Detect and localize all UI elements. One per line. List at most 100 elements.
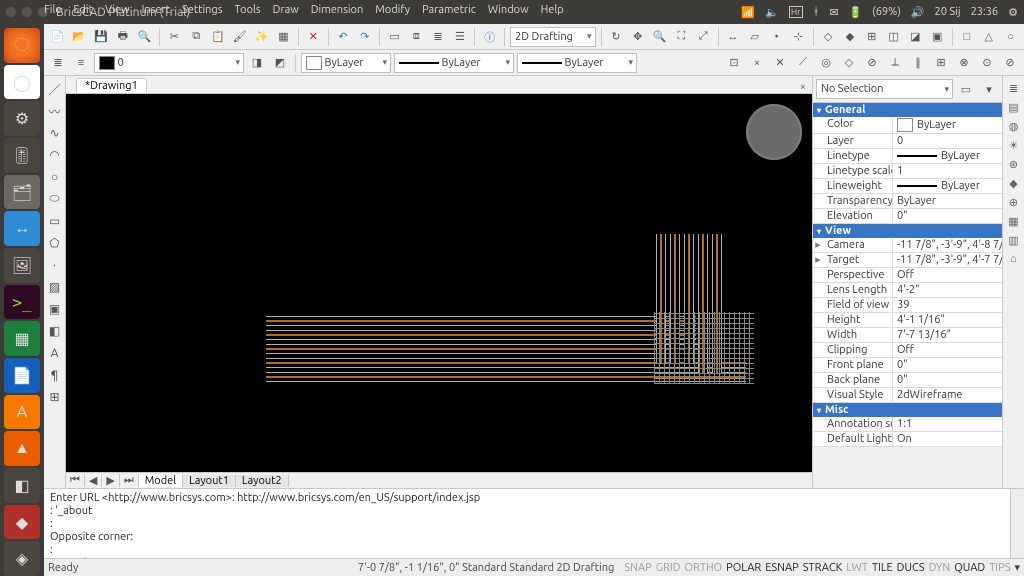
prop-row[interactable]: Elevation0" <box>813 209 1002 224</box>
prop-row[interactable]: TransparencyByLayer <box>813 194 1002 209</box>
layeroff-button[interactable]: ◩ <box>270 53 290 73</box>
section-misc[interactable]: Misc <box>813 403 1002 417</box>
tool-param-icon[interactable]: ▦ <box>1008 215 1018 228</box>
save-button[interactable]: 💾 <box>92 27 111 47</box>
toggle-tips[interactable]: TIPS <box>989 562 1010 574</box>
zoomin-button[interactable]: 🔍 <box>650 27 669 47</box>
launcher-dash[interactable]: ◌ <box>4 28 40 63</box>
menu-view[interactable]: View <box>105 4 130 16</box>
color-combo[interactable]: ByLayer <box>301 53 391 73</box>
toggle-lwt[interactable]: LWT <box>846 562 868 574</box>
prop-row[interactable]: Field of view39 <box>813 298 1002 313</box>
prop-row[interactable]: LinetypeByLayer <box>813 149 1002 164</box>
regen-button[interactable]: ↻ <box>607 27 626 47</box>
prop-row[interactable]: LineweightByLayer <box>813 179 1002 194</box>
launcher-app2[interactable]: ◈ <box>4 541 40 576</box>
osnap1-button[interactable]: ◇ <box>819 27 838 47</box>
menu-settings[interactable]: Settings <box>182 4 223 16</box>
launcher-teamviewer[interactable]: ↔ <box>4 211 40 246</box>
circle-tool[interactable]: ○ <box>46 168 64 186</box>
launcher-writer[interactable]: 📄 <box>4 358 40 393</box>
polygon-tool[interactable]: ⬠ <box>46 234 64 252</box>
snap-qua-icon[interactable]: ◇ <box>839 53 859 73</box>
bluetooth-icon[interactable]: ᚼ <box>813 6 820 18</box>
snap-nod-icon[interactable]: ⊗ <box>954 53 974 73</box>
wifi-icon[interactable]: 📶 <box>741 6 755 19</box>
zoomext-button[interactable]: ⤢ <box>694 27 713 47</box>
prop-row[interactable]: Back plane0" <box>813 373 1002 388</box>
print-button[interactable]: 🖶 <box>113 27 132 47</box>
ellipse-tool[interactable]: ⬭ <box>46 190 64 208</box>
tool1-button[interactable]: ▦ <box>274 27 293 47</box>
toggle-tile[interactable]: TILE <box>872 562 893 574</box>
selection-combo[interactable]: No Selection <box>816 79 953 99</box>
boundary-tool[interactable]: ▣ <box>46 300 64 318</box>
cmd-scrollbar[interactable] <box>1010 489 1024 558</box>
snap-none-icon[interactable]: ⊘ <box>1000 53 1020 73</box>
toggle-polar[interactable]: POLAR <box>726 562 761 574</box>
tool-bim-icon[interactable]: ⌂ <box>1010 253 1017 265</box>
tool-solid-icon[interactable]: ◍ <box>1009 120 1019 133</box>
lineweight-combo[interactable]: ByLayer <box>517 53 637 73</box>
tool-constraints-icon[interactable]: ⊛ <box>1009 158 1018 171</box>
toggle-dyn[interactable]: DYN <box>929 562 951 574</box>
menu-edit[interactable]: Edit <box>73 4 93 16</box>
tool-layers-icon[interactable]: ≣ <box>1009 82 1018 95</box>
menu-parametric[interactable]: Parametric <box>422 4 476 16</box>
launcher-screenshot[interactable]: 🖼 <box>4 248 40 283</box>
snapcen-button[interactable]: ○ <box>1001 27 1020 47</box>
layer-combo[interactable]: 0 <box>94 53 244 73</box>
tool-light-icon[interactable]: ⊕ <box>1009 196 1018 209</box>
launcher-bricscad[interactable]: ◆ <box>4 505 40 540</box>
prop-row[interactable]: Annotation sca1:1 <box>813 417 1002 432</box>
snap-int-icon[interactable]: ✕ <box>770 53 790 73</box>
dist-button[interactable]: ↔ <box>724 27 743 47</box>
delete-button[interactable]: ✕ <box>304 27 323 47</box>
prop-row[interactable]: Lens Length4'-2" <box>813 283 1002 298</box>
snap-per-icon[interactable]: ⟂ <box>885 53 905 73</box>
tool-sheet-icon[interactable]: ▤ <box>1008 101 1018 114</box>
snap-ext-icon[interactable]: ⟋ <box>793 53 813 73</box>
view-compass[interactable] <box>746 104 802 160</box>
snap-cen-icon[interactable]: ◎ <box>816 53 836 73</box>
toggle-esnap[interactable]: ESNAP <box>765 562 799 574</box>
pline-tool[interactable]: 〰 <box>46 102 64 120</box>
selall-button[interactable]: ▭ <box>385 27 404 47</box>
point-button[interactable]: • <box>767 27 786 47</box>
volume-icon[interactable]: 🔈 <box>765 6 779 19</box>
battery-icon[interactable]: 🔋 <box>849 6 863 19</box>
menu-window[interactable]: Window <box>488 4 529 16</box>
qnew-button[interactable]: 📄 <box>48 27 67 47</box>
launcher-sliders[interactable]: 🎚 <box>4 138 40 173</box>
tool-materials-icon[interactable]: ◆ <box>1009 177 1017 190</box>
launcher-impress[interactable]: A <box>4 395 40 430</box>
rect-tool[interactable]: ▭ <box>46 212 64 230</box>
window-controls[interactable] <box>6 7 48 17</box>
open-button[interactable]: 📂 <box>70 27 89 47</box>
launcher-settings[interactable]: ⚙ <box>4 101 40 136</box>
command-window[interactable]: Enter URL <http://www.bricsys.com>: http… <box>44 488 1024 558</box>
hatch-tool[interactable]: ▨ <box>46 278 64 296</box>
redo-button[interactable]: ↷ <box>355 27 374 47</box>
menu-tools[interactable]: Tools <box>235 4 261 16</box>
layer-button[interactable]: ≣ <box>429 27 448 47</box>
workspace-combo[interactable]: 2D Drafting <box>510 27 596 47</box>
osnap2-button[interactable]: ◆ <box>841 27 860 47</box>
section-view[interactable]: View <box>813 224 1002 238</box>
launcher-vlc[interactable]: ▲ <box>4 431 40 466</box>
toggle-snap[interactable]: SNAP <box>624 562 651 574</box>
snap-nea-icon[interactable]: ⊙ <box>977 53 997 73</box>
snapmid-button[interactable]: △ <box>979 27 998 47</box>
preview-button[interactable]: 🔍 <box>135 27 154 47</box>
snap-tan-icon[interactable]: ⊘ <box>862 53 882 73</box>
cut-button[interactable]: ✂ <box>165 27 184 47</box>
layout-tab-1[interactable]: Layout1 <box>183 475 236 487</box>
prop-row[interactable]: Visual Style2dWireframe <box>813 388 1002 403</box>
layout-tab-model[interactable]: Model <box>139 475 183 487</box>
id-button[interactable]: ⊹ <box>789 27 808 47</box>
help-button[interactable]: ⓘ <box>480 27 499 47</box>
mail-icon[interactable]: ✉ <box>829 6 838 19</box>
menu-file[interactable]: File <box>44 4 61 16</box>
menu-draw[interactable]: Draw <box>273 4 299 16</box>
xref-button[interactable]: ⧈ <box>407 27 426 47</box>
